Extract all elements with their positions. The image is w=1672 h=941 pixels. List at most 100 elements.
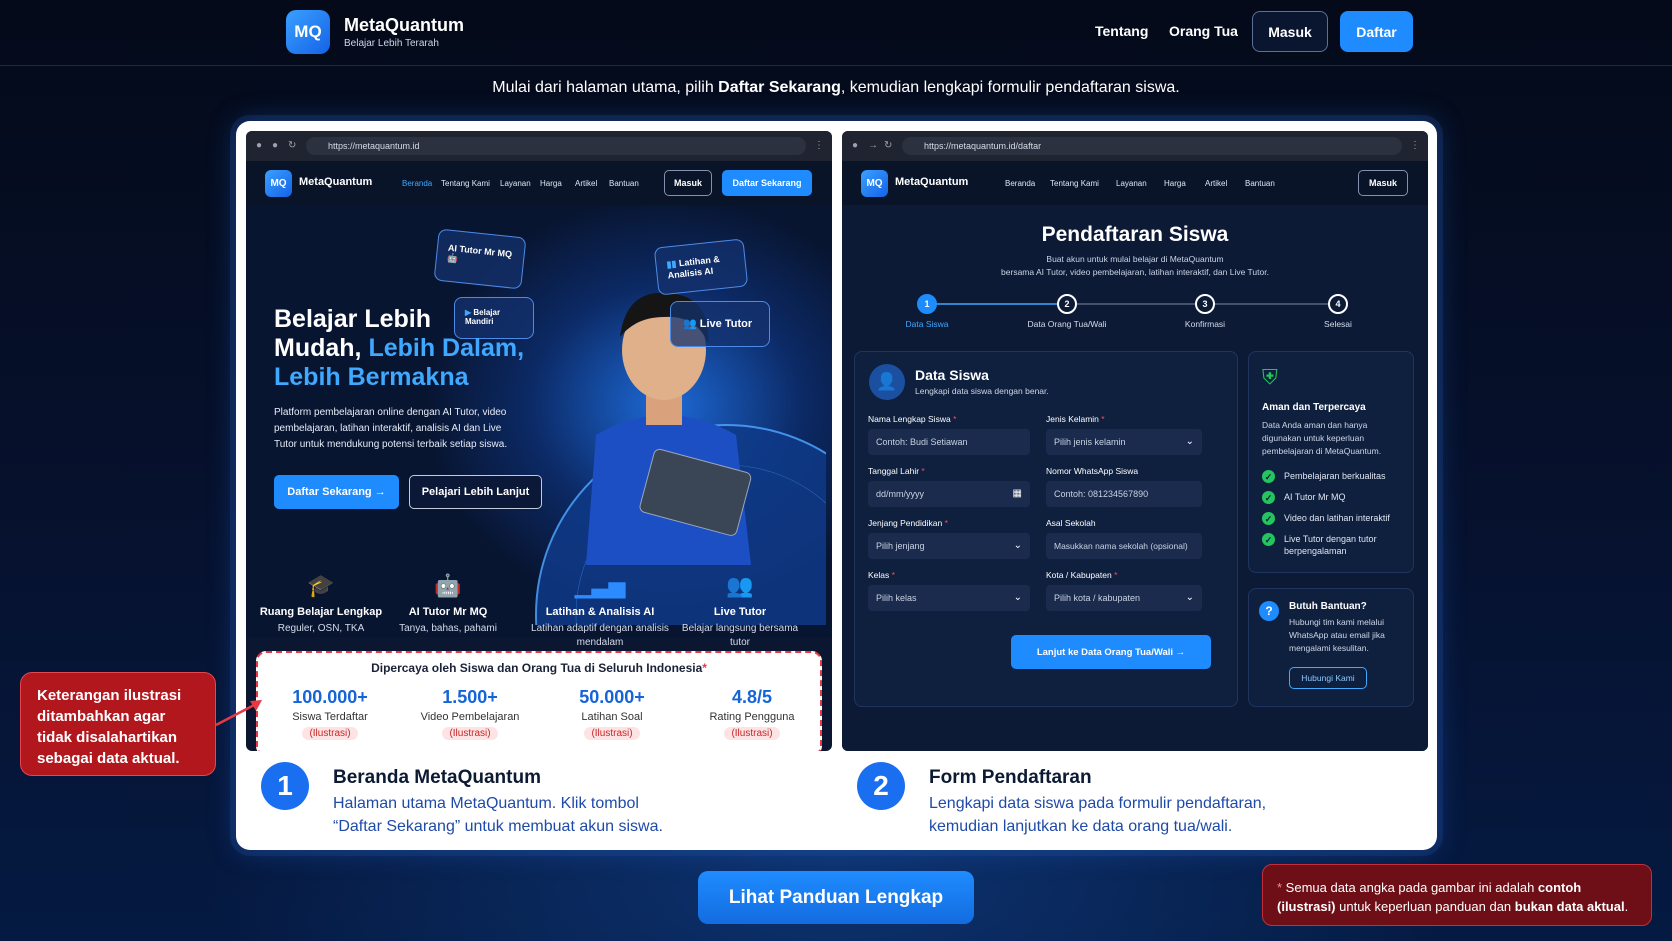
- nav-tentang[interactable]: Tentang: [1095, 23, 1148, 39]
- disclaimer-note: * Semua data angka pada gambar ini adala…: [1262, 864, 1652, 926]
- check-icon: ✓: [1262, 491, 1275, 504]
- feature-analysis: ▁▃▅ Latihan & Analisis AI Latihan adaptif …: [526, 573, 674, 650]
- site-register-button[interactable]: Daftar Sekarang: [722, 170, 812, 196]
- site-login-button[interactable]: Masuk: [1358, 170, 1408, 196]
- field-label: Kota / Kabupaten *: [1046, 570, 1118, 580]
- field-label: Jenis Kelamin *: [1046, 414, 1105, 424]
- chevron-down-icon: ⌄: [1185, 592, 1194, 603]
- register-button[interactable]: Daftar: [1340, 11, 1413, 52]
- hero-headline: Belajar Lebih Mudah, Lebih Dalam, Lebih Be…: [274, 305, 525, 391]
- phone-input[interactable]: Contoh: 081234567890: [1046, 481, 1202, 507]
- site-logo[interactable]: MQ: [265, 170, 292, 197]
- site-nav-artikel[interactable]: Artikel: [1205, 179, 1227, 188]
- trust-description: Data Anda aman dan hanya digunakan untuk…: [1262, 420, 1382, 456]
- site-nav-bantuan[interactable]: Bantuan: [1245, 179, 1275, 188]
- site-nav-beranda[interactable]: Beranda: [1005, 179, 1035, 188]
- mq-logo[interactable]: MQ: [286, 10, 330, 54]
- level-select[interactable]: Pilih jenjang ⌄: [868, 533, 1030, 559]
- address-bar[interactable]: https://metaquantum.id/daftar: [902, 137, 1402, 155]
- step-label: Selesai: [1324, 319, 1352, 329]
- site-login-button[interactable]: Masuk: [664, 170, 712, 196]
- menu-dots-icon: ⋮: [814, 140, 824, 151]
- step-2[interactable]: 2: [1057, 294, 1077, 314]
- stat-item: 50.000+ Latihan Soal (Ilustrasi): [579, 687, 645, 740]
- top-navbar: MQ MetaQuantum Belajar Lebih Terarah Ten…: [0, 0, 1672, 66]
- field-label: Nama Lengkap Siswa *: [868, 414, 957, 424]
- site-nav-artikel[interactable]: Artikel: [575, 179, 597, 188]
- check-icon: ✓: [1262, 512, 1275, 525]
- step-3[interactable]: 3: [1195, 294, 1215, 314]
- hero-learn-more-button[interactable]: Pelajari Lebih Lanjut: [409, 475, 542, 509]
- address-bar[interactable]: https://metaquantum.id: [306, 137, 806, 155]
- calendar-icon[interactable]: ▦: [1013, 481, 1022, 507]
- bar-chart-icon: ▮▮: [666, 258, 677, 270]
- nav-orang-tua[interactable]: Orang Tua: [1169, 23, 1238, 39]
- site-logo[interactable]: MQ: [861, 170, 888, 197]
- form-subtitle: Buat akun untuk mulai belajar di MetaQua…: [1001, 254, 1269, 277]
- trust-card: ⛨ Aman dan Terpercaya Data Anda aman dan…: [1248, 351, 1414, 573]
- forward-icon: ●: [272, 140, 279, 151]
- step-4[interactable]: 4: [1328, 294, 1348, 314]
- illustration-callout: Keterangan ilustrasi ditambahkan agar ti…: [20, 672, 216, 776]
- robot-icon: 🤖: [434, 573, 462, 598]
- field-label: Kelas *: [868, 570, 895, 580]
- site-nav-harga[interactable]: Harga: [1164, 179, 1186, 188]
- float-ai-tutor: AI Tutor Mr MQ 🤖: [433, 228, 527, 290]
- browser-chrome: ● → ↻ https://metaquantum.id/daftar ⋮: [842, 131, 1428, 161]
- city-select[interactable]: Pilih kota / kabupaten ⌄: [1046, 585, 1202, 611]
- chevron-down-icon: ⌄: [1013, 540, 1022, 551]
- site-nav-beranda[interactable]: Beranda: [402, 179, 432, 188]
- feature-live-tutor: 👥 Live Tutor Belajar langsung bersama tuto…: [674, 573, 806, 650]
- site-nav-harga[interactable]: Harga: [540, 179, 562, 188]
- full-guide-button[interactable]: Lihat Panduan Lengkap: [698, 871, 974, 924]
- check-item: ✓ AI Tutor Mr MQ: [1262, 491, 1400, 504]
- name-input[interactable]: Contoh: Budi Setiawan: [868, 429, 1030, 455]
- hero-register-button[interactable]: Daftar Sekarang →: [274, 475, 399, 509]
- site-nav-tentang[interactable]: Tentang Kami: [441, 179, 490, 188]
- chevron-down-icon: ⌄: [1185, 436, 1194, 447]
- field-label: Tanggal Lahir *: [868, 466, 925, 476]
- site-navbar: MQ MetaQuantum Beranda Tentang Kami Laya…: [246, 161, 832, 205]
- back-icon: ●: [852, 140, 859, 151]
- check-icon: ✓: [1262, 470, 1275, 483]
- stats-title: Dipercaya oleh Siswa dan Orang Tua di Se…: [371, 661, 707, 675]
- login-button[interactable]: Masuk: [1252, 11, 1328, 52]
- site-nav-tentang[interactable]: Tentang Kami: [1050, 179, 1099, 188]
- chevron-down-icon: ⌄: [1013, 592, 1022, 603]
- next-step-button[interactable]: Lanjut ke Data Orang Tua/Wali →: [1011, 635, 1211, 669]
- site-nav-layanan[interactable]: Layanan: [1116, 179, 1147, 188]
- help-card: ? Butuh Bantuan? Hubungi tim kami melalu…: [1248, 588, 1414, 707]
- brand-name: MetaQuantum: [344, 15, 465, 35]
- users-icon: 👥: [683, 318, 697, 330]
- step-label: Data Orang Tua/Wali: [1027, 319, 1107, 329]
- stat-item: 1.500+ Video Pembelajaran (Ilustrasi): [420, 687, 520, 740]
- form-screenshot: ● → ↻ https://metaquantum.id/daftar ⋮ MQ…: [842, 131, 1428, 751]
- class-select[interactable]: Pilih kelas ⌄: [868, 585, 1030, 611]
- instruction-text: Mulai dari halaman utama, pilih Daftar S…: [492, 79, 1180, 96]
- school-input[interactable]: Masukkan nama sekolah (opsional): [1046, 533, 1202, 559]
- help-title: Butuh Bantuan?: [1289, 601, 1367, 612]
- stat-item: 4.8/5 Rating Pengguna (Ilustrasi): [709, 687, 795, 740]
- contact-button[interactable]: Hubungi Kami: [1289, 667, 1367, 689]
- caption-title: Beranda MetaQuantum: [333, 767, 541, 788]
- caption-description: Lengkapi data siswa pada formulir pendaf…: [929, 795, 1267, 835]
- users-icon: 👥: [726, 573, 754, 598]
- stepper-line: [928, 303, 1328, 305]
- float-analysis: ▮▮ Latihan & Analisis AI: [653, 238, 749, 296]
- reload-icon: ↻: [884, 140, 893, 151]
- menu-dots-icon: ⋮: [1410, 140, 1420, 151]
- section-subtitle: Lengkapi data siswa dengan benar.: [915, 386, 1049, 396]
- site-nav-bantuan[interactable]: Bantuan: [609, 179, 639, 188]
- graduation-cap-icon: 🎓: [307, 573, 335, 598]
- form-title: Pendaftaran Siswa: [1041, 223, 1229, 246]
- dob-input[interactable]: dd/mm/yyyy ▦: [868, 481, 1030, 507]
- brand-tagline: Belajar Lebih Terarah: [344, 38, 439, 49]
- gender-select[interactable]: Pilih jenis kelamin ⌄: [1046, 429, 1202, 455]
- step-number-2: 2: [857, 762, 905, 810]
- field-label: Jenjang Pendidikan *: [868, 518, 948, 528]
- site-nav-layanan[interactable]: Layanan: [500, 179, 531, 188]
- step-1[interactable]: 1: [917, 294, 937, 314]
- check-icon: ✓: [1262, 533, 1275, 546]
- help-description: Hubungi tim kami melalui WhatsApp atau e…: [1289, 617, 1385, 653]
- stats-box: Dipercaya oleh Siswa dan Orang Tua di Se…: [256, 651, 822, 751]
